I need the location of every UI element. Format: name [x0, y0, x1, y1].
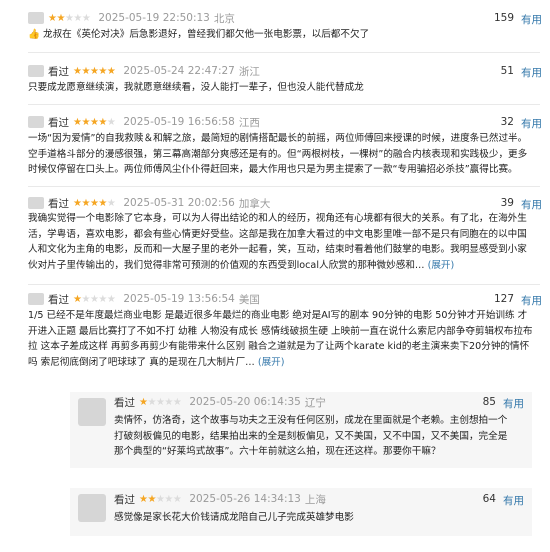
review-date: 2025-05-31 20:02:56 [123, 197, 235, 209]
review-text: 一场“因为爱情”的自我救赎＆和解之旅，最简短的剧情搭配最长的前摇，两位师傅回来授… [28, 133, 528, 175]
review-text: 感觉像是家长花大价钱请成龙陪自己儿子完成英雄梦电影 [114, 512, 354, 523]
review-date: 2025-05-24 22:47:27 [123, 65, 235, 77]
review-header: 看过 ★★★★★ 2025-05-31 20:02:56 加拿大 [28, 196, 270, 210]
review-text: 👍 龙叔在《英伦对决》后急影退好，曾经我们都欠他一张电影票，以后都不欠了 [28, 29, 370, 40]
star-icon: ★ [98, 197, 107, 209]
avatar[interactable] [28, 293, 44, 305]
star-icon: ★ [106, 65, 116, 77]
star-icon: ★ [106, 197, 116, 209]
avatar[interactable] [78, 398, 106, 426]
star-icon: ★ [106, 293, 116, 305]
divider [28, 104, 540, 105]
review-location: 辽宁 [304, 396, 326, 409]
useful-button[interactable]: 有用 [521, 197, 542, 212]
review-header: 看过 ★★★★★ 2025-05-19 16:56:58 江西 [28, 115, 260, 129]
star-icon: ★ [164, 493, 173, 505]
watched-tag: 看过 [48, 197, 69, 210]
review-date: 2025-05-19 16:56:58 [123, 116, 235, 128]
rating-stars: ★★★★★ [139, 396, 182, 408]
review-text: 1/5 已经不是年度最烂商业电影 是最近很多年最烂的商业电影 绝对是AI写的剧本… [28, 308, 536, 370]
watched-tag: 看过 [48, 116, 69, 129]
review-location: 加拿大 [238, 197, 271, 210]
review-location: 美国 [238, 293, 260, 306]
rating-stars: ★★★★★ [73, 293, 116, 305]
review-header: 看过 ★★★★★ 2025-05-19 13:56:54 美国 [28, 292, 260, 306]
star-icon: ★ [81, 116, 90, 128]
watched-tag: 看过 [114, 396, 135, 409]
divider [28, 186, 540, 187]
rating-stars: ★★★★★ [48, 12, 91, 24]
useful-button[interactable]: 有用 [521, 293, 542, 308]
review-date: 2025-05-19 13:56:54 [123, 293, 235, 305]
review-text: 我确实觉得一个电影除了它本身，可以为人得出结论的和人的经历，视角还有心境都有很大… [28, 211, 536, 273]
star-icon: ★ [81, 65, 90, 77]
rating-stars: ★★★★★ [139, 493, 182, 505]
rating-stars: ★★★★★ [73, 197, 116, 209]
star-icon: ★ [147, 493, 156, 505]
expand-link[interactable]: (展开) [258, 357, 285, 368]
review-header: 看过 ★★★★★ 2025-05-26 14:34:13 上海 [114, 492, 326, 506]
avatar[interactable] [28, 65, 44, 77]
review-date: 2025-05-20 06:14:35 [189, 396, 301, 408]
useful-button[interactable]: 有用 [503, 396, 524, 411]
vote-count: 32 [500, 116, 514, 128]
star-icon: ★ [147, 396, 156, 408]
vote-count: 85 [482, 396, 496, 408]
star-icon: ★ [81, 197, 90, 209]
useful-button[interactable]: 有用 [521, 12, 542, 27]
review-text: 卖情怀，仿洛奇，这个故事与功夫之王没有任何区别，成龙在里面就是个老赖。主创想拍一… [114, 415, 508, 457]
vote-count: 51 [500, 65, 514, 77]
watched-tag: 看过 [48, 65, 69, 78]
useful-button[interactable]: 有用 [503, 493, 524, 508]
useful-button[interactable]: 有用 [521, 65, 542, 80]
avatar[interactable] [78, 494, 106, 522]
useful-button[interactable]: 有用 [521, 116, 542, 131]
review-header: 看过 ★★★★★ 2025-05-24 22:47:27 浙江 [28, 64, 260, 78]
avatar[interactable] [28, 12, 44, 24]
reply-item: 看过 ★★★★★ 2025-05-26 14:34:13 上海 64 有用 感觉… [70, 488, 532, 536]
rating-stars: ★★★★★ [73, 65, 116, 77]
vote-count: 39 [500, 197, 514, 209]
review-date: 2025-05-19 22:50:13 [98, 12, 210, 24]
vote-count: 127 [493, 293, 514, 305]
reply-item: 看过 ★★★★★ 2025-05-20 06:14:35 辽宁 85 有用 卖情… [70, 392, 532, 468]
avatar[interactable] [28, 116, 44, 128]
expand-link[interactable]: (展开) [428, 260, 455, 271]
review-location: 浙江 [238, 65, 260, 78]
vote-count: 159 [493, 12, 514, 24]
watched-tag: 看过 [48, 293, 69, 306]
star-icon: ★ [81, 293, 90, 305]
watched-tag: 看过 [114, 493, 135, 506]
star-icon: ★ [98, 65, 107, 77]
review-date: 2025-05-26 14:34:13 [189, 493, 301, 505]
review-location: 北京 [213, 12, 235, 25]
rating-stars: ★★★★★ [73, 116, 116, 128]
star-icon: ★ [164, 396, 173, 408]
vote-count: 64 [482, 493, 496, 505]
star-icon: ★ [81, 12, 91, 24]
review-text: 只要成龙愿意继续演，我就愿意继续看，没人能打一辈子，但也没人能代替成龙 [28, 82, 364, 93]
star-icon: ★ [98, 116, 107, 128]
star-icon: ★ [172, 493, 182, 505]
star-icon: ★ [56, 12, 65, 24]
star-icon: ★ [106, 116, 116, 128]
star-icon: ★ [98, 293, 107, 305]
star-icon: ★ [73, 12, 82, 24]
star-icon: ★ [172, 396, 182, 408]
review-location: 上海 [304, 493, 326, 506]
review-header: 看过 ★★★★★ 2025-05-20 06:14:35 辽宁 [114, 395, 326, 409]
avatar[interactable] [28, 197, 44, 209]
review-location: 江西 [238, 116, 260, 129]
review-header: ★★★★★ 2025-05-19 22:50:13 北京 [28, 11, 235, 25]
divider [28, 52, 540, 53]
review-list: ★★★★★ 2025-05-19 22:50:13 北京 159 有用 👍 龙叔… [0, 0, 550, 552]
divider [28, 284, 540, 285]
